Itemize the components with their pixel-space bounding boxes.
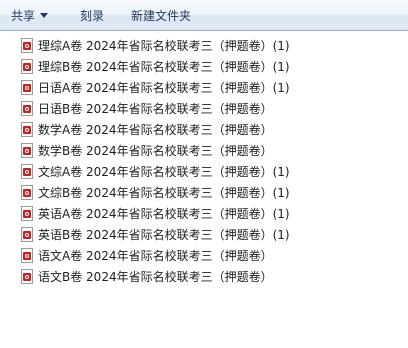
command-bar: 共享 刻录 新建文件夹 [0, 0, 408, 31]
file-name: 英语B卷 2024年省际名校联考三（押题卷）(1) [38, 228, 290, 242]
pdf-icon [21, 143, 33, 158]
file-name: 理综B卷 2024年省际名校联考三（押题卷）(1) [38, 60, 290, 74]
file-name: 日语B卷 2024年省际名校联考三（押题卷） [38, 102, 273, 116]
share-menu-button[interactable]: 共享 [11, 0, 49, 30]
file-name: 数学B卷 2024年省际名校联考三（押题卷） [38, 144, 273, 158]
file-name: 文综A卷 2024年省际名校联考三（押题卷）(1) [38, 165, 290, 179]
pdf-icon [21, 80, 33, 95]
share-label: 共享 [11, 9, 36, 23]
dropdown-arrow-icon [40, 13, 49, 18]
pdf-icon [21, 206, 33, 221]
new-folder-button[interactable]: 新建文件夹 [131, 0, 191, 30]
new-folder-label: 新建文件夹 [131, 9, 192, 23]
file-name: 语文B卷 2024年省际名校联考三（押题卷） [38, 270, 273, 284]
burn-label: 刻录 [80, 9, 105, 23]
pdf-icon [21, 164, 33, 179]
file-name: 文综B卷 2024年省际名校联考三（押题卷）(1) [38, 186, 290, 200]
file-list: 理综A卷 2024年省际名校联考三（押题卷）(1) 理综B卷 2024年省际名校… [0, 31, 408, 348]
file-name: 英语A卷 2024年省际名校联考三（押题卷）(1) [38, 207, 290, 221]
file-name: 理综A卷 2024年省际名校联考三（押题卷）(1) [38, 39, 290, 53]
burn-button[interactable]: 刻录 [80, 0, 104, 30]
file-name: 数学A卷 2024年省际名校联考三（押题卷） [38, 123, 273, 137]
file-name: 语文A卷 2024年省际名校联考三（押题卷） [38, 249, 273, 263]
pdf-icon [21, 185, 33, 200]
file-name: 日语A卷 2024年省际名校联考三（押题卷）(1) [38, 81, 290, 95]
pdf-icon [21, 101, 33, 116]
pdf-icon [21, 122, 33, 137]
pdf-icon [21, 269, 33, 284]
pdf-icon [21, 59, 33, 74]
pdf-icon [21, 38, 33, 53]
pdf-icon [21, 248, 33, 263]
pdf-icon [21, 227, 33, 242]
